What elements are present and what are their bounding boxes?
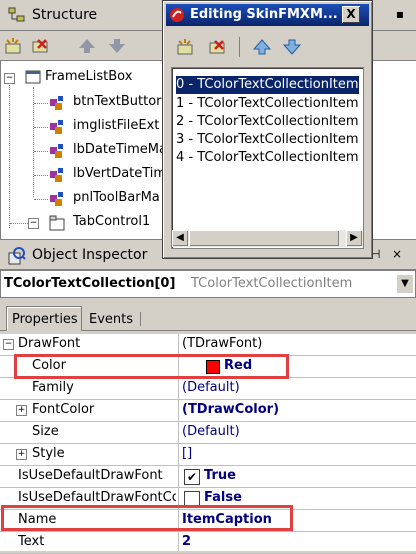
close-button[interactable]: X bbox=[342, 6, 360, 23]
tree-item-lbdatetimemark[interactable]: lbDateTimeMa bbox=[73, 142, 167, 162]
property-name: FontColor bbox=[32, 402, 95, 417]
component-icon bbox=[49, 143, 65, 159]
collection-items-list[interactable]: 0 - TColorTextCollectionItem 1 - TColorT… bbox=[171, 67, 364, 249]
chevron-down-icon[interactable]: ▼ bbox=[397, 275, 413, 293]
tree-expander-framelistbox[interactable]: − bbox=[4, 73, 15, 84]
scroll-thumb[interactable] bbox=[189, 230, 339, 246]
object-name: TColorTextCollection[0] bbox=[4, 276, 176, 291]
property-row-family[interactable]: Family (Default) bbox=[0, 378, 416, 400]
object-inspector-icon bbox=[8, 247, 26, 265]
tree-item-lbvertdatetime[interactable]: lbVertDateTim bbox=[73, 166, 166, 186]
property-row-isusedefaultdrawfont[interactable]: IsUseDefaultDrawFont ✔ True bbox=[0, 466, 416, 488]
list-item[interactable]: 4 - TColorTextCollectionItem bbox=[176, 149, 359, 167]
object-type: TColorTextCollectionItem bbox=[191, 276, 353, 291]
property-name: DrawFont bbox=[18, 336, 81, 351]
structure-icon bbox=[8, 7, 26, 23]
component-icon bbox=[49, 119, 65, 135]
collection-editor-titlebar: Editing SkinFMXM... X bbox=[166, 4, 369, 26]
property-name: IsUseDefaultDrawFontCo bbox=[18, 490, 176, 505]
inspector-tabs: Properties Events bbox=[0, 300, 416, 331]
move-down-icon[interactable] bbox=[281, 37, 303, 57]
tab-events-label: Events bbox=[89, 312, 134, 327]
property-value: 2 bbox=[182, 534, 192, 549]
property-name: Text bbox=[18, 534, 45, 549]
tab-properties-label: Properties bbox=[12, 312, 78, 327]
object-inspector-close-icon[interactable]: × bbox=[392, 247, 406, 261]
structure-close-icon[interactable]: ▪ bbox=[392, 7, 408, 23]
highlight-color-row bbox=[14, 354, 289, 379]
delete-item-icon[interactable] bbox=[30, 36, 52, 56]
property-row-size[interactable]: Size (Default) bbox=[0, 422, 416, 444]
property-expander-style[interactable]: + bbox=[16, 449, 27, 460]
tree-item-imglistfileext[interactable]: imglistFileExt bbox=[73, 118, 159, 138]
collection-editor-title: Editing SkinFMXM... bbox=[190, 7, 338, 22]
component-icon bbox=[49, 191, 65, 207]
property-name: IsUseDefaultDrawFont bbox=[18, 468, 163, 483]
scroll-right-icon[interactable]: ▶ bbox=[346, 230, 362, 246]
list-item[interactable]: 2 - TColorTextCollectionItem bbox=[176, 113, 359, 131]
frame-icon bbox=[25, 69, 41, 85]
tree-item-btntextbutton[interactable]: btnTextButtor bbox=[73, 94, 162, 114]
tabcontrol-icon bbox=[49, 215, 65, 231]
property-value: False bbox=[204, 490, 242, 505]
property-row-style[interactable]: + Style [] bbox=[0, 444, 416, 466]
tree-item-tabcontrol1[interactable]: TabControl1 bbox=[73, 214, 150, 234]
property-value: True bbox=[204, 468, 236, 483]
move-up-icon[interactable] bbox=[251, 37, 273, 57]
property-value: (TDrawFont) bbox=[182, 336, 263, 351]
property-value: (TDrawColor) bbox=[182, 402, 280, 417]
tab-events[interactable]: Events bbox=[84, 310, 138, 330]
object-inspector-title: Object Inspector bbox=[32, 247, 148, 263]
tree-expander-tabcontrol[interactable]: − bbox=[28, 218, 39, 229]
tree-item-framelistbox[interactable]: FrameListBox bbox=[45, 69, 132, 89]
property-value: (Default) bbox=[182, 380, 240, 395]
property-row-drawfont[interactable]: − DrawFont (TDrawFont) bbox=[0, 334, 416, 356]
scroll-left-icon[interactable]: ◀ bbox=[172, 230, 188, 246]
structure-title: Structure bbox=[32, 7, 98, 23]
object-selector[interactable]: TColorTextCollection[0] TColorTextCollec… bbox=[0, 270, 416, 298]
horizontal-scrollbar[interactable]: ◀ ▶ bbox=[172, 230, 363, 247]
property-value: (Default) bbox=[182, 424, 240, 439]
list-item[interactable]: 0 - TColorTextCollectionItem bbox=[175, 75, 360, 95]
property-row-fontcolor[interactable]: + FontColor (TDrawColor) bbox=[0, 400, 416, 422]
list-item[interactable]: 3 - TColorTextCollectionItem bbox=[176, 131, 359, 149]
property-value: [] bbox=[182, 446, 193, 461]
component-icon bbox=[49, 167, 65, 183]
property-name: Family bbox=[32, 380, 74, 395]
add-new-item-icon[interactable] bbox=[175, 37, 197, 57]
property-expander-fontcolor[interactable]: + bbox=[16, 405, 27, 416]
list-item[interactable]: 1 - TColorTextCollectionItem bbox=[176, 95, 359, 113]
move-up-icon[interactable] bbox=[76, 36, 98, 56]
property-expander-drawfont[interactable]: − bbox=[3, 339, 14, 350]
new-item-icon[interactable] bbox=[3, 36, 25, 56]
collection-editor-window: Editing SkinFMXM... X 0 - TColorTextColl… bbox=[162, 0, 373, 259]
move-down-icon[interactable] bbox=[106, 36, 128, 56]
checkbox-checked[interactable]: ✔ bbox=[184, 469, 200, 485]
property-name: Style bbox=[32, 446, 65, 461]
highlight-name-row bbox=[1, 505, 293, 531]
delete-selected-icon[interactable] bbox=[207, 37, 229, 57]
tree-item-pnltoolbarmark[interactable]: pnlToolBarMa bbox=[73, 190, 160, 210]
close-icon: X bbox=[346, 7, 356, 21]
property-name: Size bbox=[32, 424, 59, 439]
tab-properties[interactable]: Properties bbox=[6, 306, 82, 331]
component-icon bbox=[49, 95, 65, 111]
delphi-app-icon bbox=[169, 7, 185, 23]
